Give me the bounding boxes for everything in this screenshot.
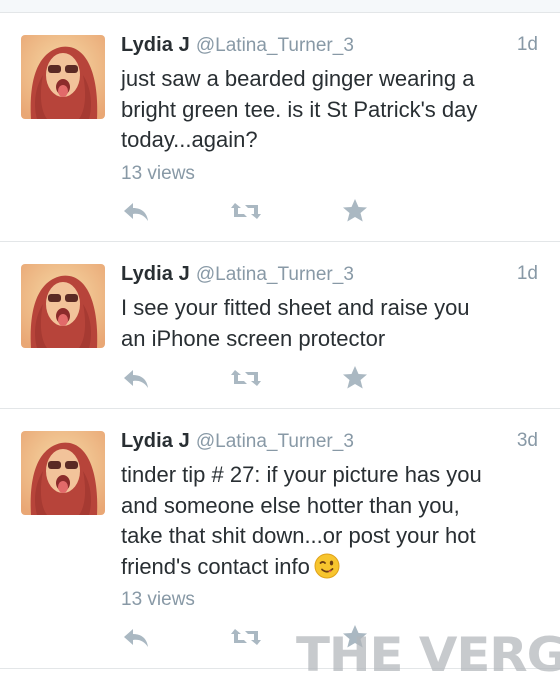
retweet-icon[interactable] bbox=[229, 197, 261, 225]
winking-face-emoji bbox=[314, 553, 340, 579]
avatar[interactable] bbox=[21, 35, 105, 119]
tweet-text: just saw a bearded ginger wearing a brig… bbox=[121, 64, 540, 156]
tweet-2[interactable]: Lydia J @Latina_Turner_3 1d I see your fi… bbox=[0, 242, 560, 409]
avatar[interactable] bbox=[21, 264, 105, 348]
timestamp: 1d bbox=[516, 34, 538, 55]
author-handle[interactable]: @Latina_Turner_3 bbox=[196, 264, 354, 285]
tweet-text-line: friend's contact info bbox=[121, 553, 310, 579]
top-strip bbox=[0, 0, 560, 13]
timestamp: 1d bbox=[516, 263, 538, 284]
tweet-text-line: just saw a bearded ginger wearing a bbox=[121, 66, 475, 91]
reply-icon[interactable] bbox=[121, 197, 151, 225]
favorite-icon[interactable] bbox=[340, 197, 370, 225]
author-handle[interactable]: @Latina_Turner_3 bbox=[196, 35, 354, 56]
tweet-actions bbox=[121, 364, 381, 392]
the-verge-watermark: THE VERGE bbox=[296, 628, 560, 683]
tweet-actions bbox=[121, 197, 381, 225]
retweet-icon[interactable] bbox=[229, 623, 261, 651]
tweet-header: Lydia J @Latina_Turner_3 3d bbox=[121, 430, 538, 460]
retweet-icon[interactable] bbox=[229, 364, 261, 392]
tweet-1[interactable]: Lydia J @Latina_Turner_3 1d just saw a be… bbox=[0, 13, 560, 242]
reply-icon[interactable] bbox=[121, 623, 151, 651]
tweet-text: I see your fitted sheet and raise you an… bbox=[121, 293, 540, 354]
tweet-text: tinder tip # 27: if your picture has you… bbox=[121, 460, 540, 582]
avatar[interactable] bbox=[21, 431, 105, 515]
tweet-text-line: take that shit down...or post your hot bbox=[121, 523, 476, 548]
view-count: 13 views bbox=[121, 589, 195, 610]
tweet-text-line-with-emoji: friend's contact info bbox=[121, 552, 540, 583]
favorite-icon[interactable] bbox=[340, 364, 370, 392]
tweet-text-line: tinder tip # 27: if your picture has you bbox=[121, 462, 482, 487]
tweet-header: Lydia J @Latina_Turner_3 1d bbox=[121, 34, 538, 64]
tweet-text-line: bright green tee. is it St Patrick's day bbox=[121, 96, 478, 122]
view-count: 13 views bbox=[121, 163, 195, 184]
author-handle[interactable]: @Latina_Turner_3 bbox=[196, 431, 354, 452]
author-name[interactable]: Lydia J bbox=[121, 430, 190, 452]
tweet-text-line: today...again? bbox=[121, 127, 258, 152]
tweet-text-line: an iPhone screen protector bbox=[121, 325, 386, 351]
timestamp: 3d bbox=[516, 430, 538, 451]
author-name[interactable]: Lydia J bbox=[121, 34, 190, 56]
reply-icon[interactable] bbox=[121, 364, 151, 392]
tweet-text-line: and someone else hotter than you, bbox=[121, 492, 460, 518]
tweet-text-line: I see your fitted sheet and raise you bbox=[121, 295, 470, 320]
tweet-header: Lydia J @Latina_Turner_3 1d bbox=[121, 263, 538, 293]
timeline: Lydia J @Latina_Turner_3 1d just saw a be… bbox=[0, 0, 560, 689]
author-name[interactable]: Lydia J bbox=[121, 263, 190, 285]
